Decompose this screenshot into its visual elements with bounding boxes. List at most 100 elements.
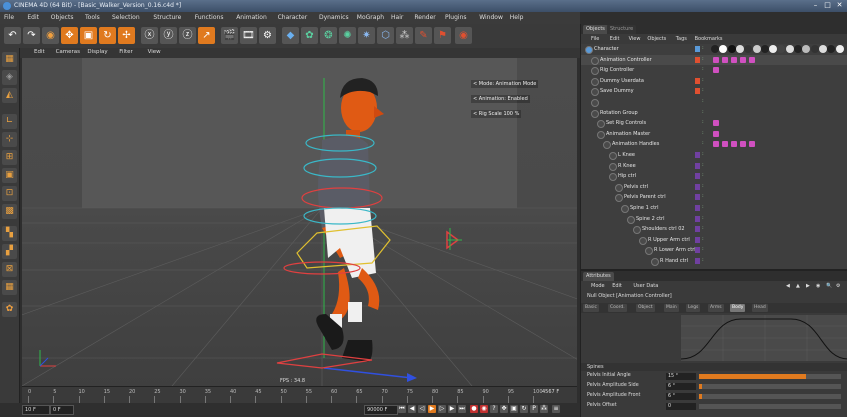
visibility-dots-icon[interactable]: :: [702, 151, 704, 157]
start-frame-field[interactable]: 10 F: [22, 405, 50, 415]
parameter-key-icon[interactable]: P: [530, 405, 538, 413]
object-row[interactable]: Spine 2 ctrl:: [581, 214, 847, 225]
search-icon[interactable]: 🔍: [826, 283, 832, 289]
attributes-menu-mode[interactable]: Mode: [591, 283, 605, 289]
close-icon[interactable]: ✕: [836, 2, 843, 9]
object-row[interactable]: Dummy Userdata:: [581, 76, 847, 87]
menu-item-mograph[interactable]: MoGraph: [357, 14, 384, 21]
material-swatch[interactable]: [735, 45, 744, 53]
attr-tab-arms[interactable]: Arms: [708, 304, 724, 312]
parameter-slider[interactable]: [699, 384, 841, 389]
camera-icon[interactable]: ✎: [415, 27, 432, 44]
objects-menu-file[interactable]: File: [591, 36, 599, 42]
parameter-value-field[interactable]: 15 °: [666, 373, 696, 380]
texture-mode-icon[interactable]: ◭: [2, 88, 17, 103]
object-row[interactable]: Pelvis Parent ctrl:: [581, 192, 847, 203]
previous-frame-icon[interactable]: ◁: [418, 405, 426, 413]
menu-item-tools[interactable]: Tools: [85, 14, 100, 21]
menu-item-hair[interactable]: Hair: [391, 14, 403, 21]
nurbs-icon[interactable]: ❂: [320, 27, 337, 44]
scene-icon[interactable]: ⬡: [377, 27, 394, 44]
object-row[interactable]: L Knee:: [581, 150, 847, 161]
move-tool-icon[interactable]: ✥: [61, 27, 78, 44]
record-key-icon[interactable]: ●: [470, 405, 478, 413]
record-icon[interactable]: ◉: [455, 27, 472, 44]
visibility-dots-icon[interactable]: :: [702, 204, 704, 210]
previous-key-icon[interactable]: ◀: [408, 405, 416, 413]
deformer-icon[interactable]: ✷: [358, 27, 375, 44]
y-axis-lock-icon[interactable]: ⓨ: [160, 27, 177, 44]
object-row[interactable]: Animation Controller:: [581, 54, 847, 66]
uv-points-icon[interactable]: ⊡: [2, 186, 17, 201]
visibility-dots-icon[interactable]: :: [702, 87, 704, 93]
rotation-key-icon[interactable]: ↻: [520, 405, 528, 413]
material-swatch[interactable]: [744, 45, 753, 53]
x-axis-lock-icon[interactable]: ⓧ: [141, 27, 158, 44]
layer-color-swatch[interactable]: [695, 247, 700, 254]
tab-objects[interactable]: Objects: [583, 25, 608, 34]
expression-tag-icon[interactable]: [740, 56, 746, 63]
objects-menu-edit[interactable]: Edit: [610, 36, 620, 42]
visibility-dots-icon[interactable]: :: [702, 119, 704, 125]
expression-tag-icon[interactable]: [713, 130, 719, 137]
render-view-icon[interactable]: 🎬: [221, 27, 238, 44]
lock-workplane-icon[interactable]: ▦: [2, 280, 17, 295]
tab-attributes[interactable]: Attributes: [583, 272, 614, 281]
expression-tag-icon[interactable]: [749, 141, 755, 148]
range-end-field[interactable]: 90000 F: [364, 405, 398, 415]
viewport-menu-view[interactable]: View: [148, 49, 161, 55]
material-swatch[interactable]: [802, 45, 811, 53]
menu-item-plugins[interactable]: Plugins: [445, 14, 467, 21]
up-icon[interactable]: ▲: [796, 283, 800, 289]
viewport-menu-display[interactable]: Display: [87, 49, 107, 55]
layer-color-swatch[interactable]: [695, 215, 700, 222]
parameter-value-field[interactable]: 6 °: [666, 383, 696, 390]
render-picture-viewer-icon[interactable]: 🎞: [240, 27, 257, 44]
attr-tab-legs[interactable]: Legs: [686, 304, 701, 312]
timeline-settings-icon[interactable]: ≡: [552, 405, 560, 413]
object-row[interactable]: R Upper Arm ctrl:: [581, 235, 847, 246]
soft-selection-icon[interactable]: ✿: [2, 302, 17, 317]
visibility-dots-icon[interactable]: :: [702, 183, 704, 189]
object-row[interactable]: Rig Controller:: [581, 65, 847, 76]
material-swatch[interactable]: [727, 45, 736, 53]
keyframe-selection-icon[interactable]: ?: [490, 405, 498, 413]
layer-color-swatch[interactable]: [695, 183, 700, 190]
expression-tag-icon[interactable]: [713, 67, 719, 74]
attr-tab-coord[interactable]: Coord.: [608, 304, 627, 312]
parameter-slider[interactable]: [699, 404, 841, 409]
visibility-dots-icon[interactable]: :: [702, 257, 704, 263]
expression-tag-icon[interactable]: [713, 141, 719, 148]
autokey-icon[interactable]: ◉: [480, 405, 488, 413]
menu-item-animation[interactable]: Animation: [236, 14, 267, 21]
coordinate-system-icon[interactable]: ↗: [198, 27, 215, 44]
object-row[interactable]: Set Rig Controls:: [581, 118, 847, 129]
menu-item-render[interactable]: Render: [414, 14, 435, 21]
attributes-menu-user-data[interactable]: User Data: [633, 283, 658, 289]
material-swatch[interactable]: [785, 45, 794, 53]
layer-color-swatch[interactable]: [695, 226, 700, 233]
layer-color-swatch[interactable]: [695, 258, 700, 264]
uv-polygons-icon[interactable]: ▩: [2, 204, 17, 219]
undo-icon[interactable]: ↶: [4, 27, 21, 44]
attr-tab-body[interactable]: Body: [730, 304, 746, 312]
visibility-dots-icon[interactable]: :: [702, 236, 704, 242]
points-mode-icon[interactable]: ⊹: [2, 132, 17, 147]
material-swatch[interactable]: [810, 45, 819, 53]
visibility-dots-icon[interactable]: :: [702, 45, 704, 51]
forward-icon[interactable]: ▶: [806, 283, 810, 289]
material-swatch[interactable]: [760, 45, 769, 53]
axis-mode-icon[interactable]: ▞: [2, 244, 17, 259]
environment-icon[interactable]: ⁂: [396, 27, 413, 44]
workplane-icon[interactable]: ∟: [2, 114, 17, 129]
visibility-dots-icon[interactable]: :: [702, 66, 704, 72]
z-axis-lock-icon[interactable]: ⓩ: [179, 27, 196, 44]
menu-item-dynamics[interactable]: Dynamics: [319, 14, 349, 21]
object-row[interactable]: Animation Handles:: [581, 139, 847, 150]
visibility-dots-icon[interactable]: :: [702, 172, 704, 178]
attr-tab-main[interactable]: Main: [664, 304, 679, 312]
live-selection-icon[interactable]: ◉: [42, 27, 59, 44]
timeline-ruler[interactable]: 0 5 10 15 20 25 30 35 40 45 50 55 60 65 70 75 80 85 90 95 10…: [22, 386, 577, 404]
layer-color-swatch[interactable]: [695, 77, 700, 84]
expression-tag-icon[interactable]: [740, 141, 746, 148]
